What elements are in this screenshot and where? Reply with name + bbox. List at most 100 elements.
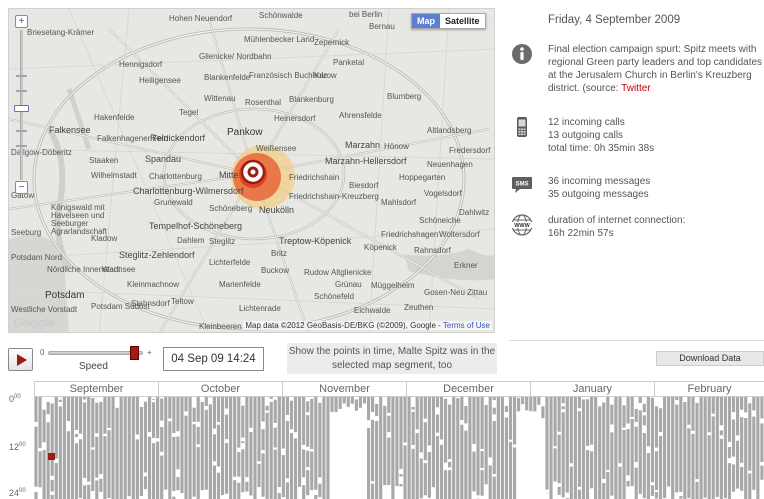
timeline-day-column bbox=[533, 397, 537, 412]
timeline-day-column bbox=[50, 403, 54, 499]
zoom-slider-handle[interactable] bbox=[14, 105, 29, 112]
timeline-day-column bbox=[354, 399, 358, 411]
timeline-day-column bbox=[581, 399, 586, 499]
zoom-out-button[interactable]: − bbox=[15, 181, 28, 194]
timeline-gap bbox=[208, 397, 213, 405]
timeline-day-column bbox=[760, 397, 764, 485]
timeline-gap bbox=[192, 421, 197, 425]
hour-label-base: 24 bbox=[9, 488, 20, 498]
timeline-gap bbox=[419, 452, 424, 459]
timeline-gap bbox=[719, 425, 724, 431]
month-label[interactable]: October bbox=[158, 382, 282, 397]
month-label[interactable]: February bbox=[654, 382, 764, 397]
map-place-label: Falkensee bbox=[49, 125, 91, 135]
timeline-gap bbox=[171, 490, 176, 497]
map-place-label: Grünau bbox=[335, 280, 362, 289]
speed-slider-track[interactable] bbox=[48, 351, 143, 355]
timeline-gap bbox=[431, 487, 436, 494]
timeline-gap bbox=[435, 432, 440, 436]
timeline-day-column bbox=[334, 397, 338, 413]
timeline-day-column bbox=[557, 397, 561, 495]
month-label[interactable]: December bbox=[406, 382, 530, 397]
map-attribution: Map data ©2012 GeoBasis-DE/BKG (©2009), … bbox=[243, 321, 492, 330]
timeline-day-column bbox=[220, 397, 225, 496]
terms-of-use-link[interactable]: Terms of Use bbox=[443, 321, 490, 330]
timeline-day-column bbox=[529, 397, 533, 412]
month-label[interactable]: January bbox=[530, 382, 654, 397]
map-place-label: Marienfelde bbox=[219, 280, 261, 289]
timeline-day-column bbox=[403, 397, 407, 499]
activity-timeline-grid[interactable] bbox=[34, 397, 764, 499]
timeline-day-column bbox=[658, 408, 663, 499]
map-place-label: Lichterfelde bbox=[209, 258, 251, 267]
timeline-day-column bbox=[314, 397, 318, 499]
month-label[interactable]: September bbox=[34, 382, 158, 397]
map-place-label: Mahlsdorf bbox=[381, 198, 417, 207]
map-place-label: Zepernick bbox=[314, 38, 350, 47]
incoming-messages: 36 incoming messages bbox=[548, 176, 651, 187]
map-place-label: Marzahn bbox=[345, 140, 381, 150]
timeline-gap bbox=[313, 489, 318, 495]
timeline-gap bbox=[423, 460, 428, 464]
map-type-satellite-button[interactable]: Satellite bbox=[440, 14, 485, 28]
month-label[interactable]: November bbox=[282, 382, 406, 397]
map-place-label: Seeburg bbox=[11, 228, 42, 237]
internet-row: WWW duration of internet connection: 16h… bbox=[509, 214, 764, 240]
map-place-label: Potsdam Nord bbox=[11, 253, 63, 262]
timeline-day-column bbox=[366, 397, 371, 499]
outgoing-messages: 35 outgoing messages bbox=[548, 189, 649, 200]
map-attribution-text: Map data ©2012 GeoBasis-DE/BKG (©2009), … bbox=[245, 321, 443, 330]
timeline-day-column bbox=[671, 397, 675, 499]
map-type-map-button[interactable]: Map bbox=[412, 14, 440, 28]
timeline-day-column bbox=[719, 397, 723, 499]
www-icon-label: WWW bbox=[514, 223, 530, 229]
timeline-day-column bbox=[407, 397, 411, 499]
timeline-day-column bbox=[379, 397, 383, 499]
map-place-label: Wannsee bbox=[102, 265, 136, 274]
map-place-label: Teltow bbox=[171, 297, 194, 306]
timeline-day-column bbox=[152, 399, 156, 499]
hour-label-sup: 00 bbox=[19, 488, 26, 494]
timeline-gap bbox=[601, 478, 606, 483]
timeline-gap bbox=[719, 435, 724, 439]
timeline-gap bbox=[261, 450, 266, 454]
zoom-control: + − bbox=[14, 15, 30, 195]
google-logo[interactable]: Google bbox=[13, 315, 55, 330]
timeline-day-column bbox=[147, 397, 152, 499]
timeline-gap bbox=[731, 412, 736, 420]
event-source-link[interactable]: Twitter bbox=[621, 83, 650, 94]
map-place-label: Potsdam bbox=[45, 290, 85, 301]
timeline-day-column bbox=[338, 397, 342, 409]
timeline-gap bbox=[386, 485, 391, 491]
timeline-day-column bbox=[411, 407, 415, 499]
timeline-day-column bbox=[517, 397, 521, 412]
zoom-tick bbox=[16, 90, 27, 92]
timeline-gap bbox=[638, 403, 643, 411]
map-place-label: Schönefeld bbox=[314, 292, 355, 301]
timeline-day-column bbox=[192, 407, 196, 499]
timeline-day-column bbox=[549, 397, 553, 499]
speed-slider-handle[interactable] bbox=[130, 346, 140, 360]
map-place-label: Hohen Neuendorf bbox=[169, 14, 233, 23]
timeline-day-column bbox=[452, 397, 456, 499]
timeline-gap bbox=[374, 416, 379, 422]
zoom-in-button[interactable]: + bbox=[15, 15, 28, 28]
timeline-day-column bbox=[103, 397, 107, 499]
internet-duration-value: 16h 22min 57s bbox=[548, 228, 614, 239]
timeline-gap bbox=[423, 418, 428, 423]
timeline-gap bbox=[480, 468, 485, 471]
timeline-day-column bbox=[521, 397, 525, 405]
download-data-button[interactable]: Download Data bbox=[656, 351, 764, 366]
timeline-day-column bbox=[164, 397, 168, 490]
timeline-gap bbox=[86, 481, 91, 485]
show-points-in-time-button[interactable]: Show the points in time, Malte Spitz was… bbox=[287, 343, 497, 374]
timeline-day-column bbox=[606, 397, 610, 499]
timeline-day-column bbox=[553, 397, 557, 486]
timeline-day-column bbox=[261, 397, 265, 499]
timeline-day-column bbox=[168, 397, 172, 499]
zoom-tick bbox=[16, 145, 27, 147]
play-button[interactable] bbox=[8, 348, 33, 371]
timeline-gap bbox=[305, 467, 310, 471]
hour-label-base: 12 bbox=[9, 442, 20, 452]
map-view[interactable]: Hohen Neuendorf Schönwalde bei Berlin Be… bbox=[8, 8, 495, 333]
